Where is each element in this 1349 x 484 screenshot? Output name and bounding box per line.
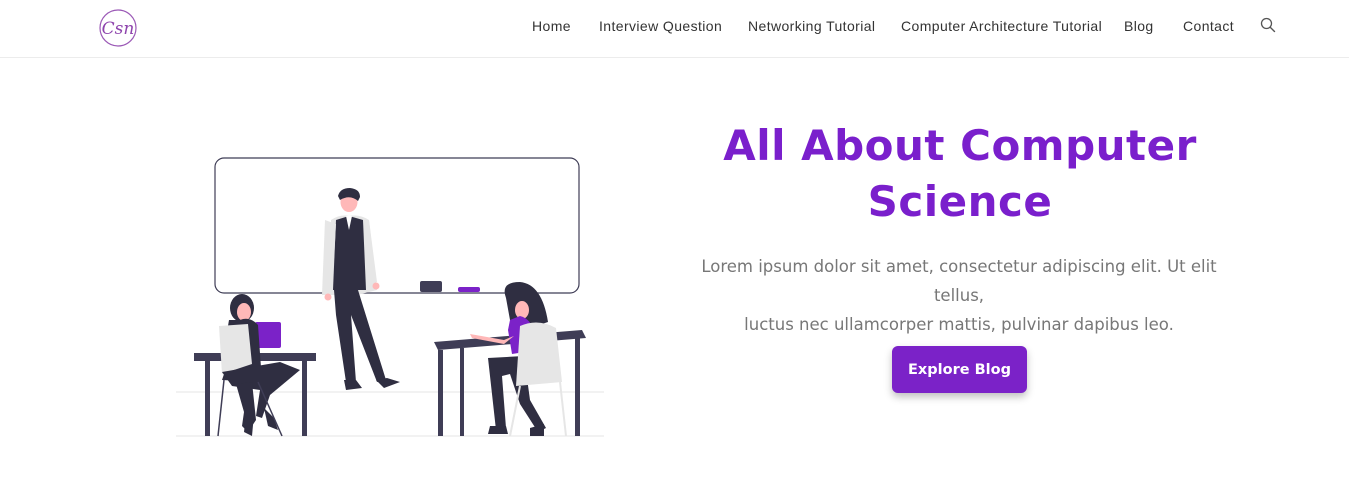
- hero-description-line2: luctus nec ullamcorper mattis, pulvinar …: [744, 315, 1174, 334]
- hero-description-line1: Lorem ipsum dolor sit amet, consectetur …: [701, 257, 1217, 305]
- nav-interview-question[interactable]: Interview Question: [599, 18, 722, 34]
- search-icon[interactable]: [1260, 17, 1276, 33]
- nav-home[interactable]: Home: [532, 18, 571, 34]
- nav-contact[interactable]: Contact: [1183, 18, 1234, 34]
- logo-text: Csn: [102, 19, 135, 39]
- nav-blog[interactable]: Blog: [1124, 18, 1154, 34]
- classroom-illustration: [176, 157, 604, 437]
- site-header: Csn Home Interview Question Networking T…: [0, 0, 1349, 58]
- nav-computer-architecture-tutorial[interactable]: Computer Architecture Tutorial: [901, 18, 1102, 34]
- explore-blog-button[interactable]: Explore Blog: [892, 346, 1027, 393]
- hero-description: Lorem ipsum dolor sit amet, consectetur …: [676, 252, 1242, 339]
- hero-title: All About Computer Science: [680, 118, 1240, 230]
- site-logo[interactable]: Csn: [94, 8, 142, 48]
- nav-networking-tutorial[interactable]: Networking Tutorial: [748, 18, 875, 34]
- hero-title-line2: Science: [867, 177, 1053, 226]
- hero-title-line1: All About Computer: [723, 121, 1197, 170]
